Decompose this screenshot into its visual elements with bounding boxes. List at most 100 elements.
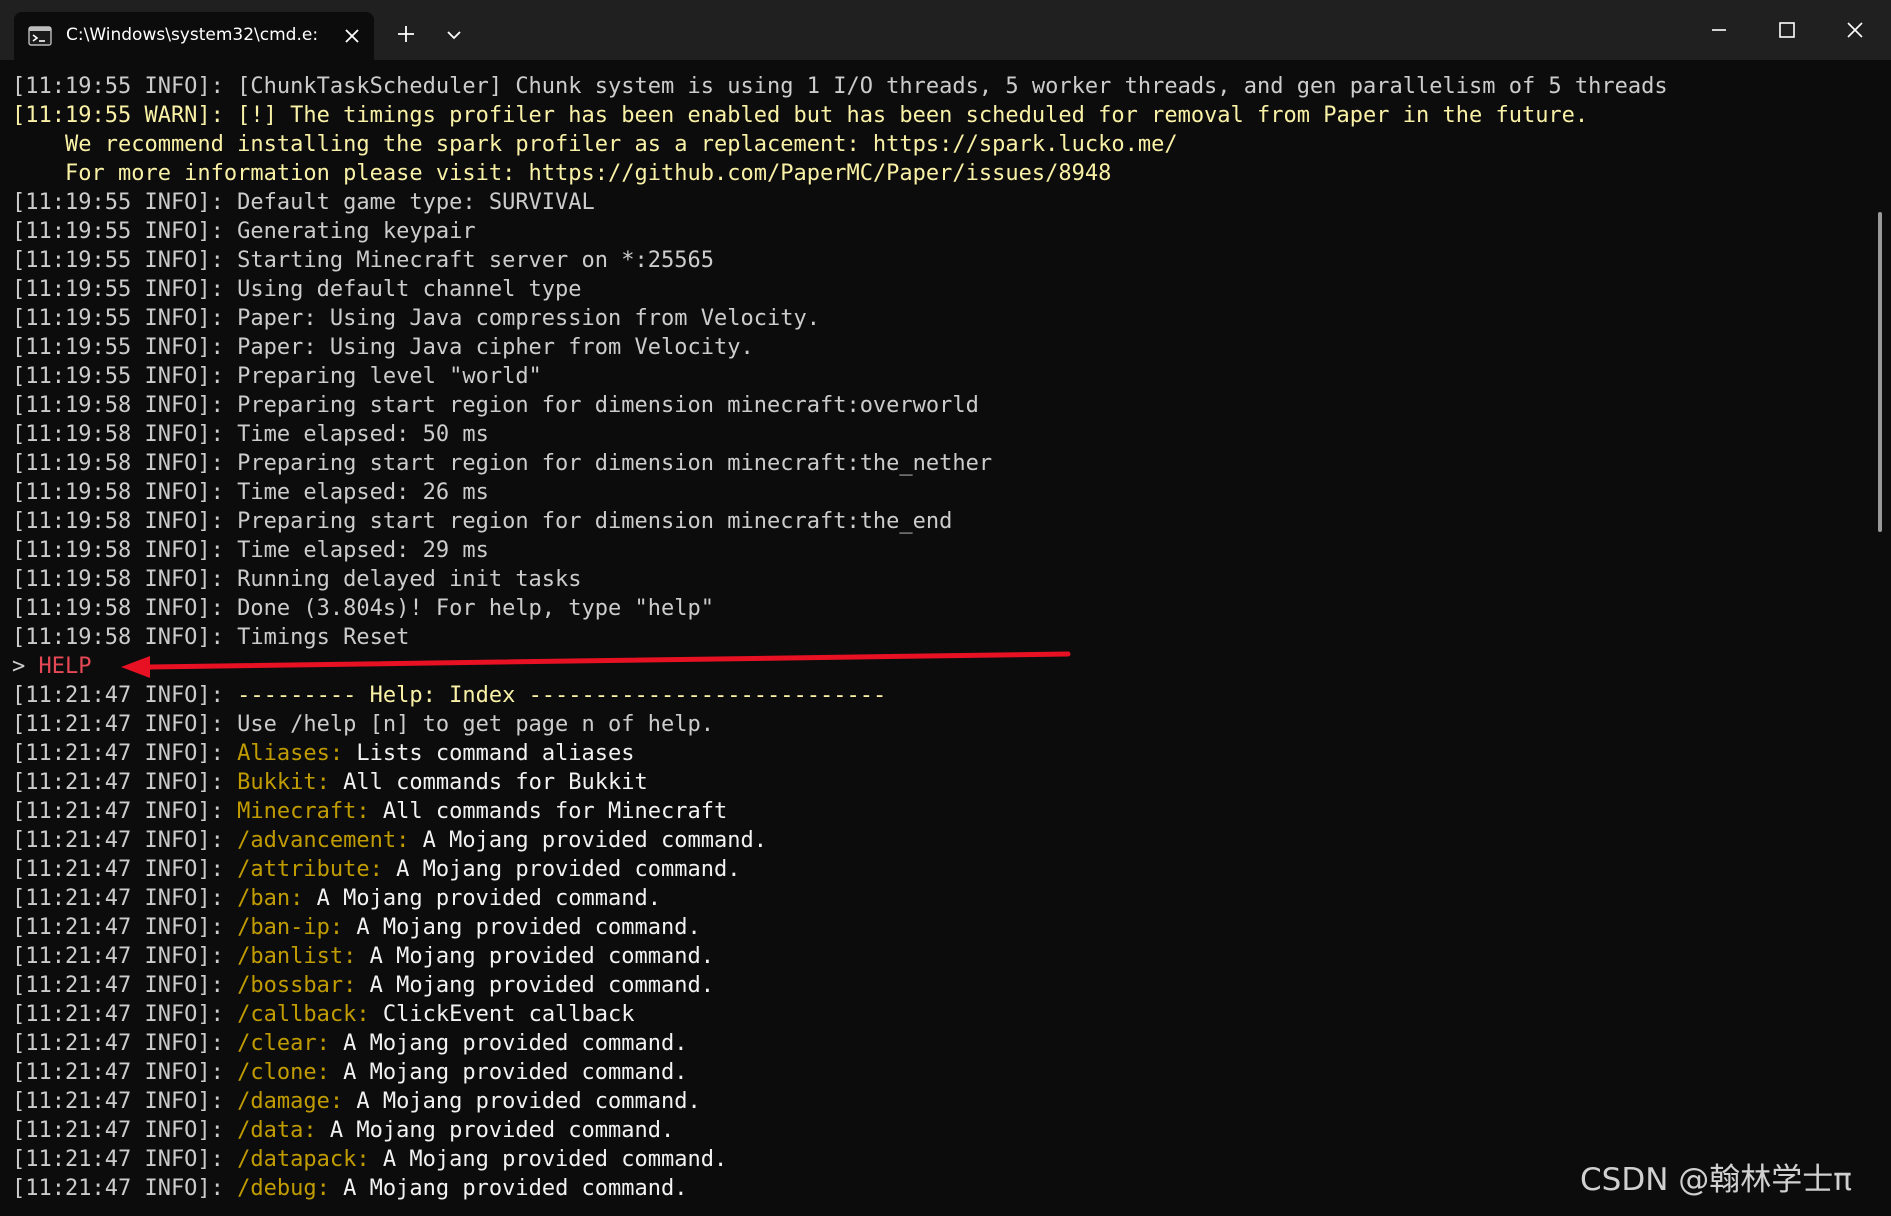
- console-line: [11:19:58 INFO]: Time elapsed: 29 ms: [12, 536, 489, 565]
- console-line-segment: [11:21:47 INFO]:: [12, 683, 238, 708]
- console-line: > HELP: [12, 652, 91, 681]
- console-line-segment: Lists command aliases: [356, 741, 635, 766]
- tab-cmd[interactable]: C:\Windows\system32\cmd.e:: [14, 12, 374, 60]
- tab-close-icon[interactable]: [340, 24, 364, 48]
- console-line-segment: All commands for Bukkit: [343, 770, 648, 795]
- console-line-segment: A Mojang provided command.: [329, 1118, 675, 1143]
- console-line-segment: [11:21:47 INFO]:: [12, 1176, 238, 1201]
- console-line: [11:21:47 INFO]: Use /help [n] to get pa…: [12, 710, 714, 739]
- console-line-segment: [11:19:58 INFO]: Preparing start region …: [12, 509, 953, 534]
- console-line: [11:19:58 INFO]: Time elapsed: 50 ms: [12, 420, 489, 449]
- console-line: [11:21:47 INFO]: /ban-ip: A Mojang provi…: [12, 913, 701, 942]
- console-line-segment: [11:21:47 INFO]:: [12, 1002, 238, 1027]
- console-line-segment: [11:19:58 INFO]: Time elapsed: 26 ms: [12, 480, 489, 505]
- title-bar: C:\Windows\system32\cmd.e:: [0, 0, 1891, 60]
- console-line-segment: Aliases:: [237, 741, 357, 766]
- console-line-segment: [11:19:58 INFO]: Preparing start region …: [12, 393, 979, 418]
- console-line-segment: [11:21:47 INFO]:: [12, 770, 238, 795]
- console-line: [11:21:47 INFO]: Minecraft: All commands…: [12, 797, 727, 826]
- console-line: [11:19:58 INFO]: Time elapsed: 26 ms: [12, 478, 489, 507]
- chevron-down-icon[interactable]: [440, 22, 468, 48]
- console-line-segment: A Mojang provided command.: [343, 1031, 688, 1056]
- console-line-segment: /ban:: [237, 886, 317, 911]
- console-line-segment: [11:19:58 INFO]: Preparing start region …: [12, 451, 993, 476]
- console-line-segment: [11:21:47 INFO]:: [12, 828, 238, 853]
- console-line: [11:19:58 INFO]: Done (3.804s)! For help…: [12, 594, 714, 623]
- close-button[interactable]: [1832, 10, 1878, 50]
- tab-title: C:\Windows\system32\cmd.e:: [66, 25, 319, 45]
- console-line: [11:19:55 INFO]: Paper: Using Java compr…: [12, 304, 820, 333]
- console-line-segment: /datapack:: [237, 1147, 383, 1172]
- minimize-button[interactable]: [1696, 10, 1742, 50]
- console-line-segment: /advancement:: [237, 828, 423, 853]
- console-line-segment: /bossbar:: [237, 973, 370, 998]
- console-line: [11:21:47 INFO]: /ban: A Mojang provided…: [12, 884, 661, 913]
- console-line: [11:19:55 WARN]: [!] The timings profile…: [12, 101, 1588, 130]
- console-line: [11:21:47 INFO]: Aliases: Lists command …: [12, 739, 635, 768]
- console-line-segment: [11:19:58 INFO]: Timings Reset: [12, 625, 410, 650]
- console-line-segment: [11:21:47 INFO]:: [12, 1089, 238, 1114]
- console-line: [11:19:55 INFO]: Paper: Using Java ciphe…: [12, 333, 754, 362]
- console-line-segment: [11:21:47 INFO]:: [12, 973, 238, 998]
- console-line-segment: A Mojang provided command.: [369, 944, 714, 969]
- console-output[interactable]: [11:19:55 INFO]: [ChunkTaskScheduler] Ch…: [0, 60, 1872, 1216]
- console-line-segment: [11:21:47 INFO]:: [12, 1031, 238, 1056]
- console-line: [11:19:58 INFO]: Preparing start region …: [12, 391, 979, 420]
- console-line-segment: [11:19:55 INFO]: Starting Minecraft serv…: [12, 248, 714, 273]
- console-line-segment: [11:21:47 INFO]:: [12, 886, 238, 911]
- console-line: [11:19:55 INFO]: Default game type: SURV…: [12, 188, 595, 217]
- console-line: [11:21:47 INFO]: --------- Help: Index -…: [12, 681, 886, 710]
- console-line-segment: /damage:: [237, 1089, 357, 1114]
- console-line-segment: ClickEvent callback: [382, 1002, 635, 1027]
- scrollbar-thumb[interactable]: [1878, 212, 1882, 532]
- console-line-segment: [11:21:47 INFO]:: [12, 1118, 238, 1143]
- console-line-segment: [11:21:47 INFO]: Use /help [n] to get pa…: [12, 712, 714, 737]
- console-line-segment: [11:21:47 INFO]:: [12, 1060, 238, 1085]
- console-line: [11:19:55 INFO]: Starting Minecraft serv…: [12, 246, 714, 275]
- console-line-segment: [11:21:47 INFO]:: [12, 741, 238, 766]
- console-line: [11:21:47 INFO]: /data: A Mojang provide…: [12, 1116, 674, 1145]
- console-line-segment: /ban-ip:: [237, 915, 357, 940]
- console-line-segment: A Mojang provided command.: [343, 1176, 688, 1201]
- new-tab-button[interactable]: [392, 20, 420, 48]
- console-line-segment: [11:19:58 INFO]: Time elapsed: 29 ms: [12, 538, 489, 563]
- terminal-icon: [28, 26, 52, 46]
- console-line: For more information please visit: https…: [12, 159, 1111, 188]
- console-line-segment: [11:19:55 INFO]: Paper: Using Java ciphe…: [12, 335, 754, 360]
- console-line: [11:19:58 INFO]: Running delayed init ta…: [12, 565, 582, 594]
- console-line-segment: [11:19:58 INFO]: Running delayed init ta…: [12, 567, 582, 592]
- console-line-segment: [11:21:47 INFO]:: [12, 799, 238, 824]
- watermark: CSDN @翰林学士π: [1580, 1162, 1852, 1198]
- console-line-segment: /attribute:: [237, 857, 397, 882]
- console-line-segment: HELP: [38, 654, 92, 679]
- console-line-segment: [11:19:58 INFO]: Done (3.804s)! For help…: [12, 596, 714, 621]
- console-line-segment: /callback:: [237, 1002, 383, 1027]
- console-line: [11:19:58 INFO]: Preparing start region …: [12, 507, 952, 536]
- console-line: [11:21:47 INFO]: /attribute: A Mojang pr…: [12, 855, 741, 884]
- console-line: [11:21:47 INFO]: /debug: A Mojang provid…: [12, 1174, 688, 1203]
- console-line: [11:19:58 INFO]: Timings Reset: [12, 623, 409, 652]
- console-line-segment: [11:19:55 INFO]: Using default channel t…: [12, 277, 582, 302]
- console-line-segment: /debug:: [237, 1176, 344, 1201]
- console-line-segment: /clear:: [237, 1031, 344, 1056]
- console-line-segment: A Mojang provided command.: [382, 1147, 728, 1172]
- console-line: [11:21:47 INFO]: /damage: A Mojang provi…: [12, 1087, 701, 1116]
- terminal-window: C:\Windows\system32\cmd.e: [11:19:55 INF…: [0, 0, 1891, 1216]
- console-line-segment: [11:19:55 INFO]: Default game type: SURV…: [12, 190, 595, 215]
- console-line: [11:19:55 INFO]: [ChunkTaskScheduler] Ch…: [12, 72, 1668, 101]
- console-line-segment: A Mojang provided command.: [356, 915, 701, 940]
- console-line: [11:19:55 INFO]: Generating keypair: [12, 217, 476, 246]
- console-line-segment: Bukkit:: [237, 770, 344, 795]
- console-line-segment: Minecraft:: [237, 799, 383, 824]
- console-line-segment: [11:19:55 WARN]: [!] The timings profile…: [12, 103, 1589, 128]
- console-line-segment: [11:19:55 INFO]: Paper: Using Java compr…: [12, 306, 820, 331]
- console-line-segment: [11:21:47 INFO]:: [12, 915, 238, 940]
- console-line: [11:21:47 INFO]: /clear: A Mojang provid…: [12, 1029, 688, 1058]
- console-line-segment: We recommend installing the spark profil…: [12, 132, 1178, 157]
- console-line-segment: [11:21:47 INFO]:: [12, 944, 238, 969]
- console-line-segment: A Mojang provided command.: [316, 886, 662, 911]
- console-line: [11:21:47 INFO]: /bossbar: A Mojang prov…: [12, 971, 714, 1000]
- maximize-button[interactable]: [1764, 10, 1810, 50]
- console-line-segment: [11:21:47 INFO]:: [12, 857, 238, 882]
- console-line-segment: [11:19:58 INFO]: Time elapsed: 50 ms: [12, 422, 489, 447]
